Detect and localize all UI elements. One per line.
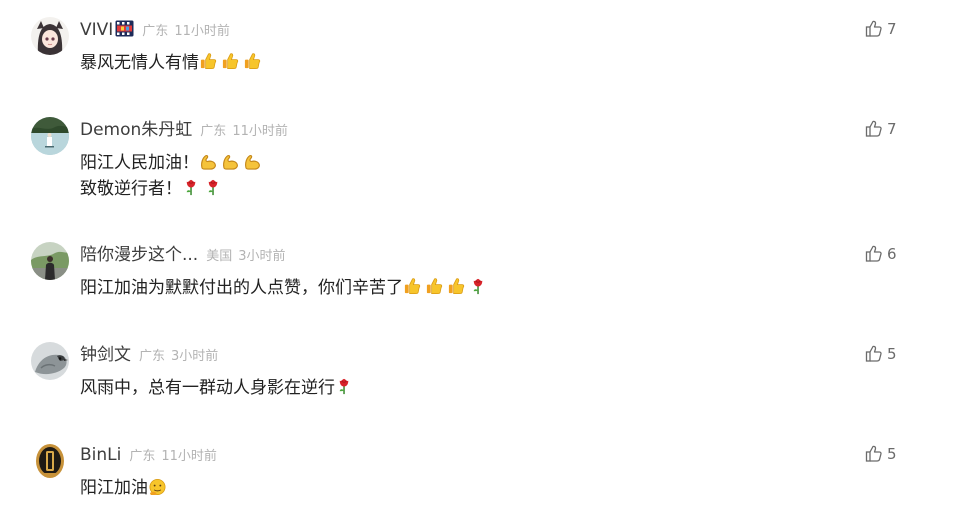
comment-body: 阳江加油	[80, 475, 170, 501]
muscle-emoji-icon	[243, 152, 262, 171]
comment-time: 11小时前	[174, 24, 230, 39]
salute-face-emoji-icon	[148, 477, 167, 496]
comment-text: 阳江人民加油！	[80, 153, 199, 173]
emblem-avatar[interactable]	[31, 442, 69, 480]
comment-text-line: 暴风无情人有情	[80, 50, 265, 76]
comment-text-line: 风雨中，总有一群动人身影在逆行	[80, 375, 357, 401]
thumbs-up-outline-icon[interactable]	[865, 245, 882, 262]
comment-region: 广东	[139, 349, 166, 364]
comment-text: 阳江加油为默默付出的人点赞，你们辛苦了	[80, 278, 403, 298]
comment-text: 风雨中，总有一群动人身影在逆行	[80, 378, 335, 398]
comment-header: Demon朱丹虹 广东 11小时前	[80, 118, 288, 142]
comment-text: 暴风无情人有情	[80, 53, 199, 73]
like-button[interactable]: 7	[865, 119, 897, 139]
comment-region: 广东	[129, 449, 156, 464]
comment-meta: 广东 11小时前	[129, 449, 217, 464]
lake-landscape-avatar[interactable]	[31, 117, 69, 155]
like-button[interactable]: 5	[865, 344, 897, 364]
comment-header: 陪你漫步这个... 美国 3小时前	[80, 243, 286, 267]
thumbs-up-outline-icon[interactable]	[865, 445, 882, 462]
thumbs-up-emoji-icon	[243, 52, 262, 71]
thumbs-up-emoji-icon	[221, 52, 240, 71]
thumbs-up-outline-icon[interactable]	[865, 120, 882, 137]
like-button[interactable]: 5	[865, 444, 897, 464]
comment-username[interactable]: 陪你漫步这个...	[80, 245, 198, 265]
comment-list: VIVI 广东 11小时前 暴风无情人有情 7 Demon朱丹虹 广东 11小时前 阳江人民加油…	[0, 0, 960, 531]
comment-region: 美国	[206, 249, 233, 264]
like-button[interactable]: 6	[865, 244, 897, 264]
comment-meta: 广东 11小时前	[142, 24, 230, 39]
like-count: 6	[887, 245, 897, 263]
rose-emoji-icon	[204, 178, 223, 197]
thumbs-up-outline-icon[interactable]	[865, 20, 882, 37]
comment-header: BinLi 广东 11小时前	[80, 443, 217, 467]
comment-header: VIVI 广东 11小时前	[80, 18, 230, 42]
comment-body: 阳江加油为默默付出的人点赞，你们辛苦了	[80, 275, 491, 301]
thumbs-up-emoji-icon	[425, 277, 444, 296]
comment-username[interactable]: Demon朱丹虹	[80, 120, 192, 140]
comment-header: 钟剑文 广东 3小时前	[80, 343, 218, 367]
thumbs-up-emoji-icon	[403, 277, 422, 296]
comment-meta: 美国 3小时前	[206, 249, 285, 264]
rose-emoji-icon	[335, 377, 354, 396]
comment-time: 3小时前	[238, 249, 286, 264]
bird-avatar[interactable]	[31, 342, 69, 380]
like-button[interactable]: 7	[865, 19, 897, 39]
like-count: 5	[887, 445, 897, 463]
rose-emoji-icon	[182, 178, 201, 197]
comment-time: 3小时前	[171, 349, 219, 364]
comment-username[interactable]: 钟剑文	[80, 345, 131, 365]
anime-girl-avatar[interactable]	[31, 17, 69, 55]
muscle-emoji-icon	[221, 152, 240, 171]
thumbs-up-emoji-icon	[199, 52, 218, 71]
comment-region: 广东	[200, 124, 227, 139]
comment-meta: 广东 11小时前	[200, 124, 288, 139]
comment-text: 致敬逆行者！	[80, 179, 182, 199]
thumbs-up-emoji-icon	[447, 277, 466, 296]
thumbs-up-outline-icon[interactable]	[865, 345, 882, 362]
comment-username[interactable]: BinLi	[80, 445, 121, 465]
like-count: 7	[887, 20, 897, 38]
like-count: 5	[887, 345, 897, 363]
comment-text-line: 阳江人民加油！	[80, 150, 265, 176]
comment-body: 阳江人民加油！ 致敬逆行者！	[80, 150, 265, 202]
comment-time: 11小时前	[232, 124, 288, 139]
film-badge-icon	[115, 20, 134, 37]
person-outdoor-avatar[interactable]	[31, 242, 69, 280]
muscle-emoji-icon	[199, 152, 218, 171]
comment-meta: 广东 3小时前	[139, 349, 218, 364]
comment-text-line: 致敬逆行者！	[80, 176, 265, 202]
comment-username[interactable]: VIVI	[80, 20, 113, 40]
comment-time: 11小时前	[161, 449, 217, 464]
comment-body: 暴风无情人有情	[80, 50, 265, 76]
like-count: 7	[887, 120, 897, 138]
comment-body: 风雨中，总有一群动人身影在逆行	[80, 375, 357, 401]
rose-emoji-icon	[469, 277, 488, 296]
comment-text: 阳江加油	[80, 478, 148, 498]
comment-region: 广东	[142, 24, 169, 39]
comment-text-line: 阳江加油为默默付出的人点赞，你们辛苦了	[80, 275, 491, 301]
comment-text-line: 阳江加油	[80, 475, 170, 501]
